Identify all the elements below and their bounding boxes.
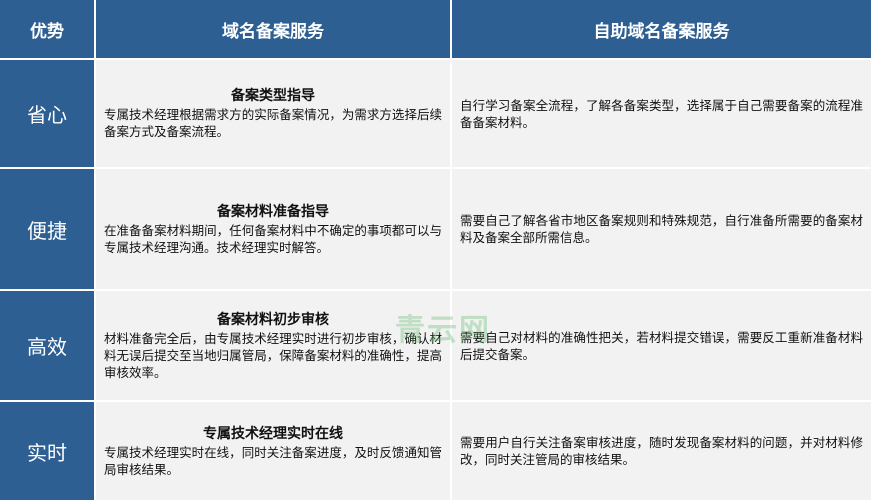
self-service-cell: 需要自己对材料的准确性把关，若材料提交错误，需要反工重新准备材料后提交备案。	[452, 291, 871, 400]
header-advantage: 优势	[0, 0, 94, 58]
advantage-cell: 高效	[0, 291, 94, 400]
service-description: 在准备备案材料期间，任何备案材料中不确定的事项都可以与专属技术经理沟通。技术经理…	[104, 222, 442, 255]
service-description: 专属技术经理实时在线，同时关注备案进度，及时反馈通知管局审核结果。	[104, 444, 442, 477]
comparison-table: 优势 域名备案服务 自助域名备案服务 省心 备案类型指导 专属技术经理根据需求方…	[0, 0, 871, 500]
advantage-cell: 省心	[0, 60, 94, 167]
header-self-filing-service: 自助域名备案服务	[452, 0, 871, 58]
service-title: 备案材料初步审核	[217, 311, 329, 328]
self-service-description: 需要自己了解各省市地区备案规则和特殊规范，自行准备所需要的备案材料及备案全部所需…	[460, 213, 863, 245]
service-cell: 备案材料准备指导 在准备备案材料期间，任何备案材料中不确定的事项都可以与专属技术…	[96, 169, 450, 289]
service-title: 备案材料准备指导	[217, 203, 329, 220]
advantage-cell: 便捷	[0, 169, 94, 289]
service-description: 材料准备完全后，由专属技术经理实时进行初步审核，确认材料无误后提交至当地归属管局…	[104, 330, 442, 380]
self-service-description: 需要自己对材料的准确性把关，若材料提交错误，需要反工重新准备材料后提交备案。	[460, 329, 863, 362]
self-service-cell: 自行学习备案全流程，了解各备案类型，选择属于自己需要备案的流程准备备案材料。	[452, 60, 871, 167]
watermark: 青云网	[395, 313, 491, 348]
service-title: 专属技术经理实时在线	[203, 425, 343, 442]
self-service-cell: 需要用户自行关注备案审核进度，随时发现备案材料的问题，并对材料修改，同时关注管局…	[452, 402, 871, 500]
self-service-cell: 需要自己了解各省市地区备案规则和特殊规范，自行准备所需要的备案材料及备案全部所需…	[452, 169, 871, 289]
service-title: 备案类型指导	[231, 88, 315, 104]
self-service-description: 需要用户自行关注备案审核进度，随时发现备案材料的问题，并对材料修改，同时关注管局…	[460, 435, 863, 467]
service-cell: 备案类型指导 专属技术经理根据需求方的实际备案情况，为需求方选择后续备案方式及备…	[96, 60, 450, 167]
service-description: 专属技术经理根据需求方的实际备案情况，为需求方选择后续备案方式及备案流程。	[104, 107, 442, 139]
self-service-description: 自行学习备案全流程，了解各备案类型，选择属于自己需要备案的流程准备备案材料。	[460, 97, 863, 130]
service-cell: 专属技术经理实时在线 专属技术经理实时在线，同时关注备案进度，及时反馈通知管局审…	[96, 402, 450, 500]
header-domain-filing-service: 域名备案服务	[96, 0, 450, 58]
advantage-cell: 实时	[0, 402, 94, 500]
